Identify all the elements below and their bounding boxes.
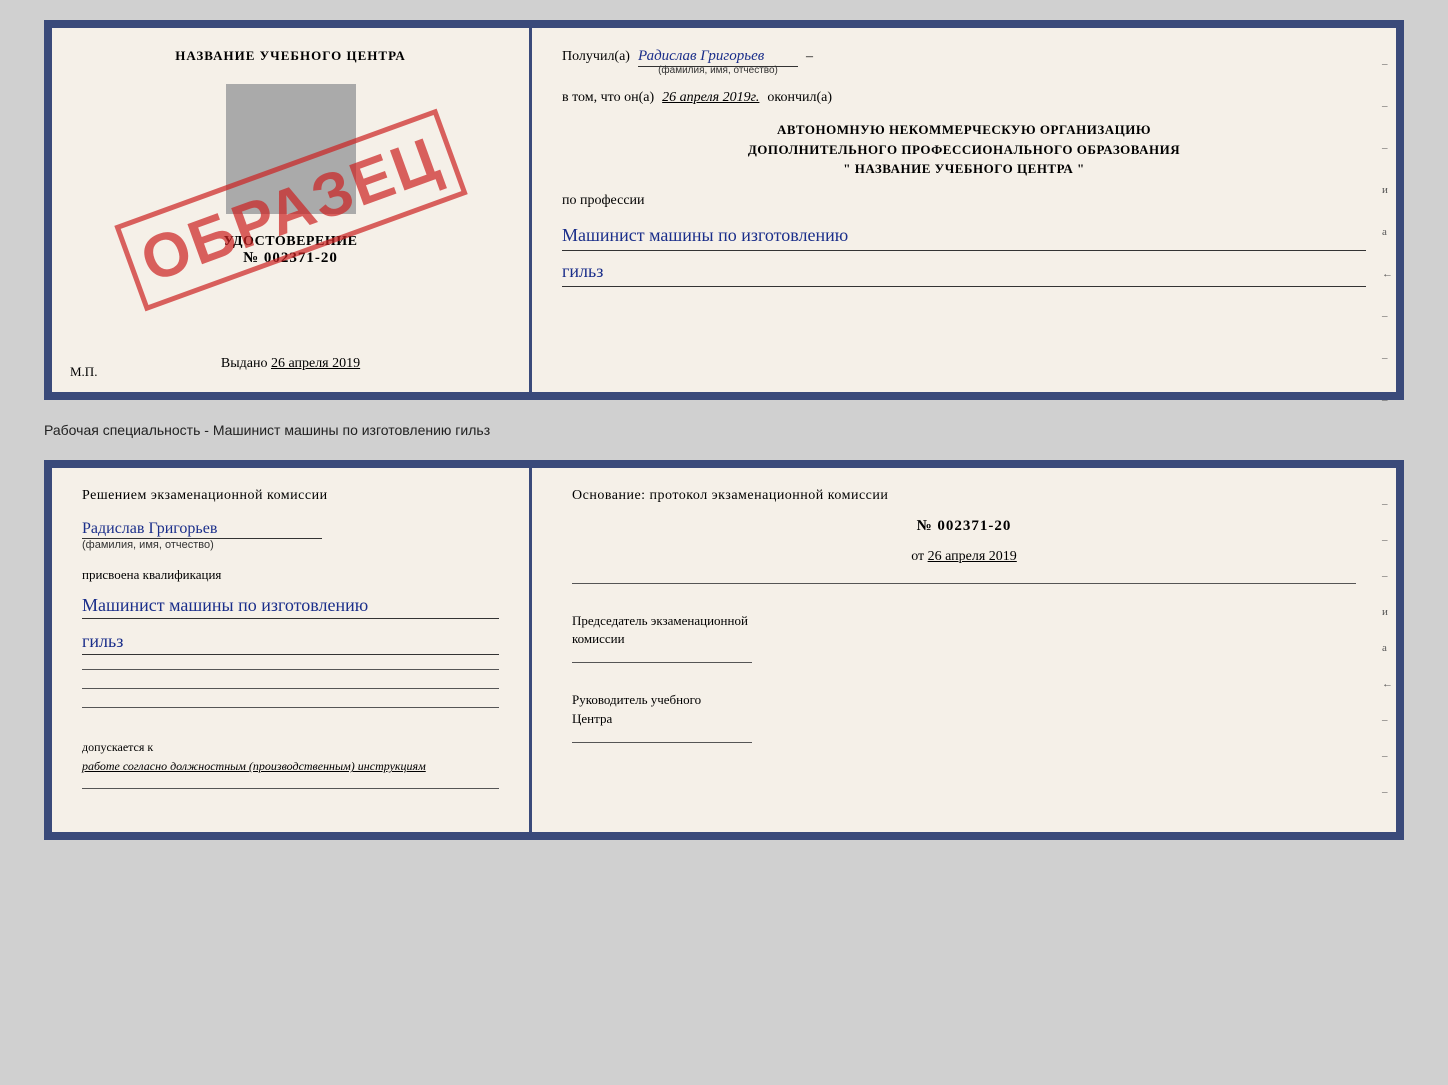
separator-label: Рабочая специальность - Машинист машины …: [44, 418, 1404, 442]
blank-line2: [82, 688, 499, 689]
blank-line1: [82, 669, 499, 670]
photo-placeholder: [226, 84, 356, 214]
allow-block: допускается к работе согласно должностны…: [82, 730, 499, 774]
bottom-cert-right: Основание: протокол экзаменационной коми…: [532, 468, 1396, 832]
received-label: Получил(а): [562, 49, 630, 65]
completed-line: в том, что он(а) 26 апреля 2019г. окончи…: [562, 90, 1366, 106]
chairman-sig-line: [572, 662, 752, 663]
top-cert-right: Получил(а) Радислав Григорьев (фамилия, …: [532, 28, 1396, 392]
top-certificate: НАЗВАНИЕ УЧЕБНОГО ЦЕНТРА УДОСТОВЕРЕНИЕ №…: [44, 20, 1404, 400]
org-line2: ДОПОЛНИТЕЛЬНОГО ПРОФЕССИОНАЛЬНОГО ОБРАЗО…: [562, 140, 1366, 160]
issued-label: Выдано: [221, 356, 268, 371]
top-cert-left: НАЗВАНИЕ УЧЕБНОГО ЦЕНТРА УДОСТОВЕРЕНИЕ №…: [52, 28, 532, 392]
director-sig-line: [572, 742, 752, 743]
profession-block: Машинист машины по изготовлению: [562, 223, 1366, 251]
protocol-date: 26 апреля 2019: [928, 549, 1017, 564]
protocol-number: № 002371-20: [572, 518, 1356, 535]
dash1: –: [806, 49, 813, 65]
bottom-right-edge-marks: – – – и а ← – – –: [1382, 498, 1396, 798]
recipient-line: Получил(а) Радислав Григорьев (фамилия, …: [562, 48, 1366, 76]
person-sub: (фамилия, имя, отчество): [82, 539, 214, 551]
director-label2: Центра: [572, 711, 612, 726]
director-label1: Руководитель учебного: [572, 692, 701, 707]
mp-label: М.П.: [70, 364, 97, 380]
org-line3: " НАЗВАНИЕ УЧЕБНОГО ЦЕНТРА ": [562, 159, 1366, 179]
chairman-label1: Председатель экзаменационной: [572, 613, 748, 628]
cert-doc-number: № 002371-20: [243, 250, 338, 267]
completed-date: 26 апреля 2019г.: [662, 90, 759, 106]
director-block: Руководитель учебного Центра: [572, 691, 1356, 746]
profession-block2: гильз: [562, 259, 1366, 287]
recipient-sub: (фамилия, имя, отчество): [658, 65, 778, 76]
blank-line3: [82, 707, 499, 708]
qualification-text: Машинист машины по изготовлению: [82, 593, 499, 619]
director-label: Руководитель учебного Центра: [572, 691, 1356, 727]
right-edge-marks: – – – и а ← – – –: [1382, 58, 1396, 406]
chairman-label2: комиссии: [572, 631, 625, 646]
cert-issued: Выдано 26 апреля 2019: [221, 346, 360, 372]
decision-text: Решением экзаменационной комиссии: [82, 488, 499, 504]
cert-doc-title: УДОСТОВЕРЕНИЕ: [224, 234, 358, 250]
issued-date: 26 апреля 2019: [271, 356, 360, 371]
allow-prefix: допускается к: [82, 740, 153, 755]
chairman-label: Председатель экзаменационной комиссии: [572, 612, 1356, 648]
profession-text2: гильз: [562, 261, 603, 281]
date-prefix: от: [911, 549, 924, 564]
completed-suffix: окончил(а): [767, 90, 832, 106]
profession-text: Машинист машины по изготовлению: [562, 225, 848, 245]
profession-prefix: по профессии: [562, 193, 1366, 209]
bottom-cert-left: Решением экзаменационной комиссии Радисл…: [52, 468, 532, 832]
basis-label: Основание: протокол экзаменационной коми…: [572, 488, 1356, 504]
qualification-prefix: присвоена квалификация: [82, 567, 499, 583]
top-cert-title: НАЗВАНИЕ УЧЕБНОГО ЦЕНТРА: [175, 48, 406, 64]
separator-line1: [572, 583, 1356, 584]
qualification-text2: гильз: [82, 629, 499, 655]
allow-text: работе согласно должностным (производств…: [82, 759, 426, 774]
person-name: Радислав Григорьев: [82, 520, 322, 539]
bottom-certificate: Решением экзаменационной комиссии Радисл…: [44, 460, 1404, 840]
person-block: Радислав Григорьев (фамилия, имя, отчест…: [82, 520, 499, 551]
org-line1: АВТОНОМНУЮ НЕКОММЕРЧЕСКУЮ ОРГАНИЗАЦИЮ: [562, 120, 1366, 140]
protocol-date-line: от 26 апреля 2019: [572, 549, 1356, 565]
org-block: АВТОНОМНУЮ НЕКОММЕРЧЕСКУЮ ОРГАНИЗАЦИЮ ДО…: [562, 120, 1366, 179]
completed-prefix: в том, что он(а): [562, 90, 654, 106]
chairman-block: Председатель экзаменационной комиссии: [572, 612, 1356, 667]
blank-line4: [82, 788, 499, 789]
